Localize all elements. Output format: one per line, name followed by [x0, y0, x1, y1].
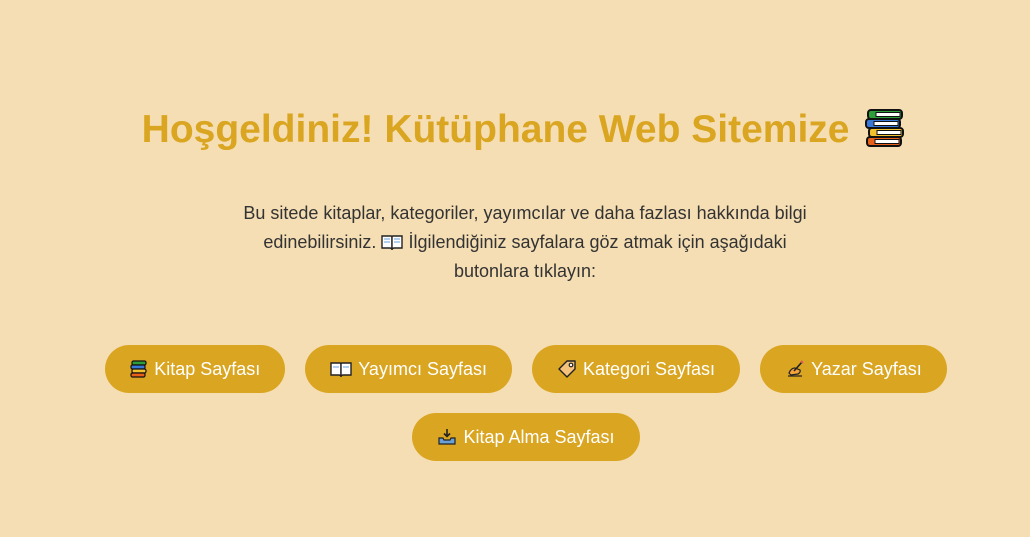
kategori-sayfasi-label: Kategori Sayfası [582, 358, 716, 379]
yazar-sayfasi-button[interactable]: Yazar Sayfası [760, 345, 947, 393]
nav-buttons: Kitap Sayfası Yayımcı Sayfası Kategori S… [95, 345, 957, 461]
kitap-alma-sayfasi-button[interactable]: Kitap Alma Sayfası [412, 413, 640, 461]
open-book-icon [381, 230, 404, 251]
intro-text: Bu sitede kitaplar, kategoriler, yayımcı… [230, 199, 820, 286]
page-title: Hoşgeldiniz! Kütüphane Web Sitemize [0, 104, 1030, 156]
kitap-alma-sayfasi-label: Kitap Alma Sayfası [463, 426, 615, 447]
open-book-icon [330, 361, 352, 377]
writing-hand-icon [785, 359, 805, 379]
yayimci-sayfasi-label: Yayımcı Sayfası [358, 358, 487, 379]
tag-icon [557, 359, 577, 379]
yazar-sayfasi-label: Yazar Sayfası [811, 358, 922, 379]
kitap-sayfasi-label: Kitap Sayfası [154, 358, 261, 379]
page-title-text: Hoşgeldiniz! Kütüphane Web Sitemize [141, 108, 850, 151]
intro-text-part-2: İlgilendiğiniz sayfalara göz atmak için … [408, 232, 787, 281]
books-icon [130, 360, 148, 378]
kitap-sayfasi-button[interactable]: Kitap Sayfası [105, 345, 286, 393]
page: Hoşgeldiniz! Kütüphane Web Sitemize Bu s… [0, 0, 1030, 537]
kategori-sayfasi-button[interactable]: Kategori Sayfası [531, 345, 741, 393]
yayimci-sayfasi-button[interactable]: Yayımcı Sayfası [305, 345, 512, 393]
inbox-tray-icon [437, 427, 457, 447]
books-stack-icon [864, 108, 906, 148]
